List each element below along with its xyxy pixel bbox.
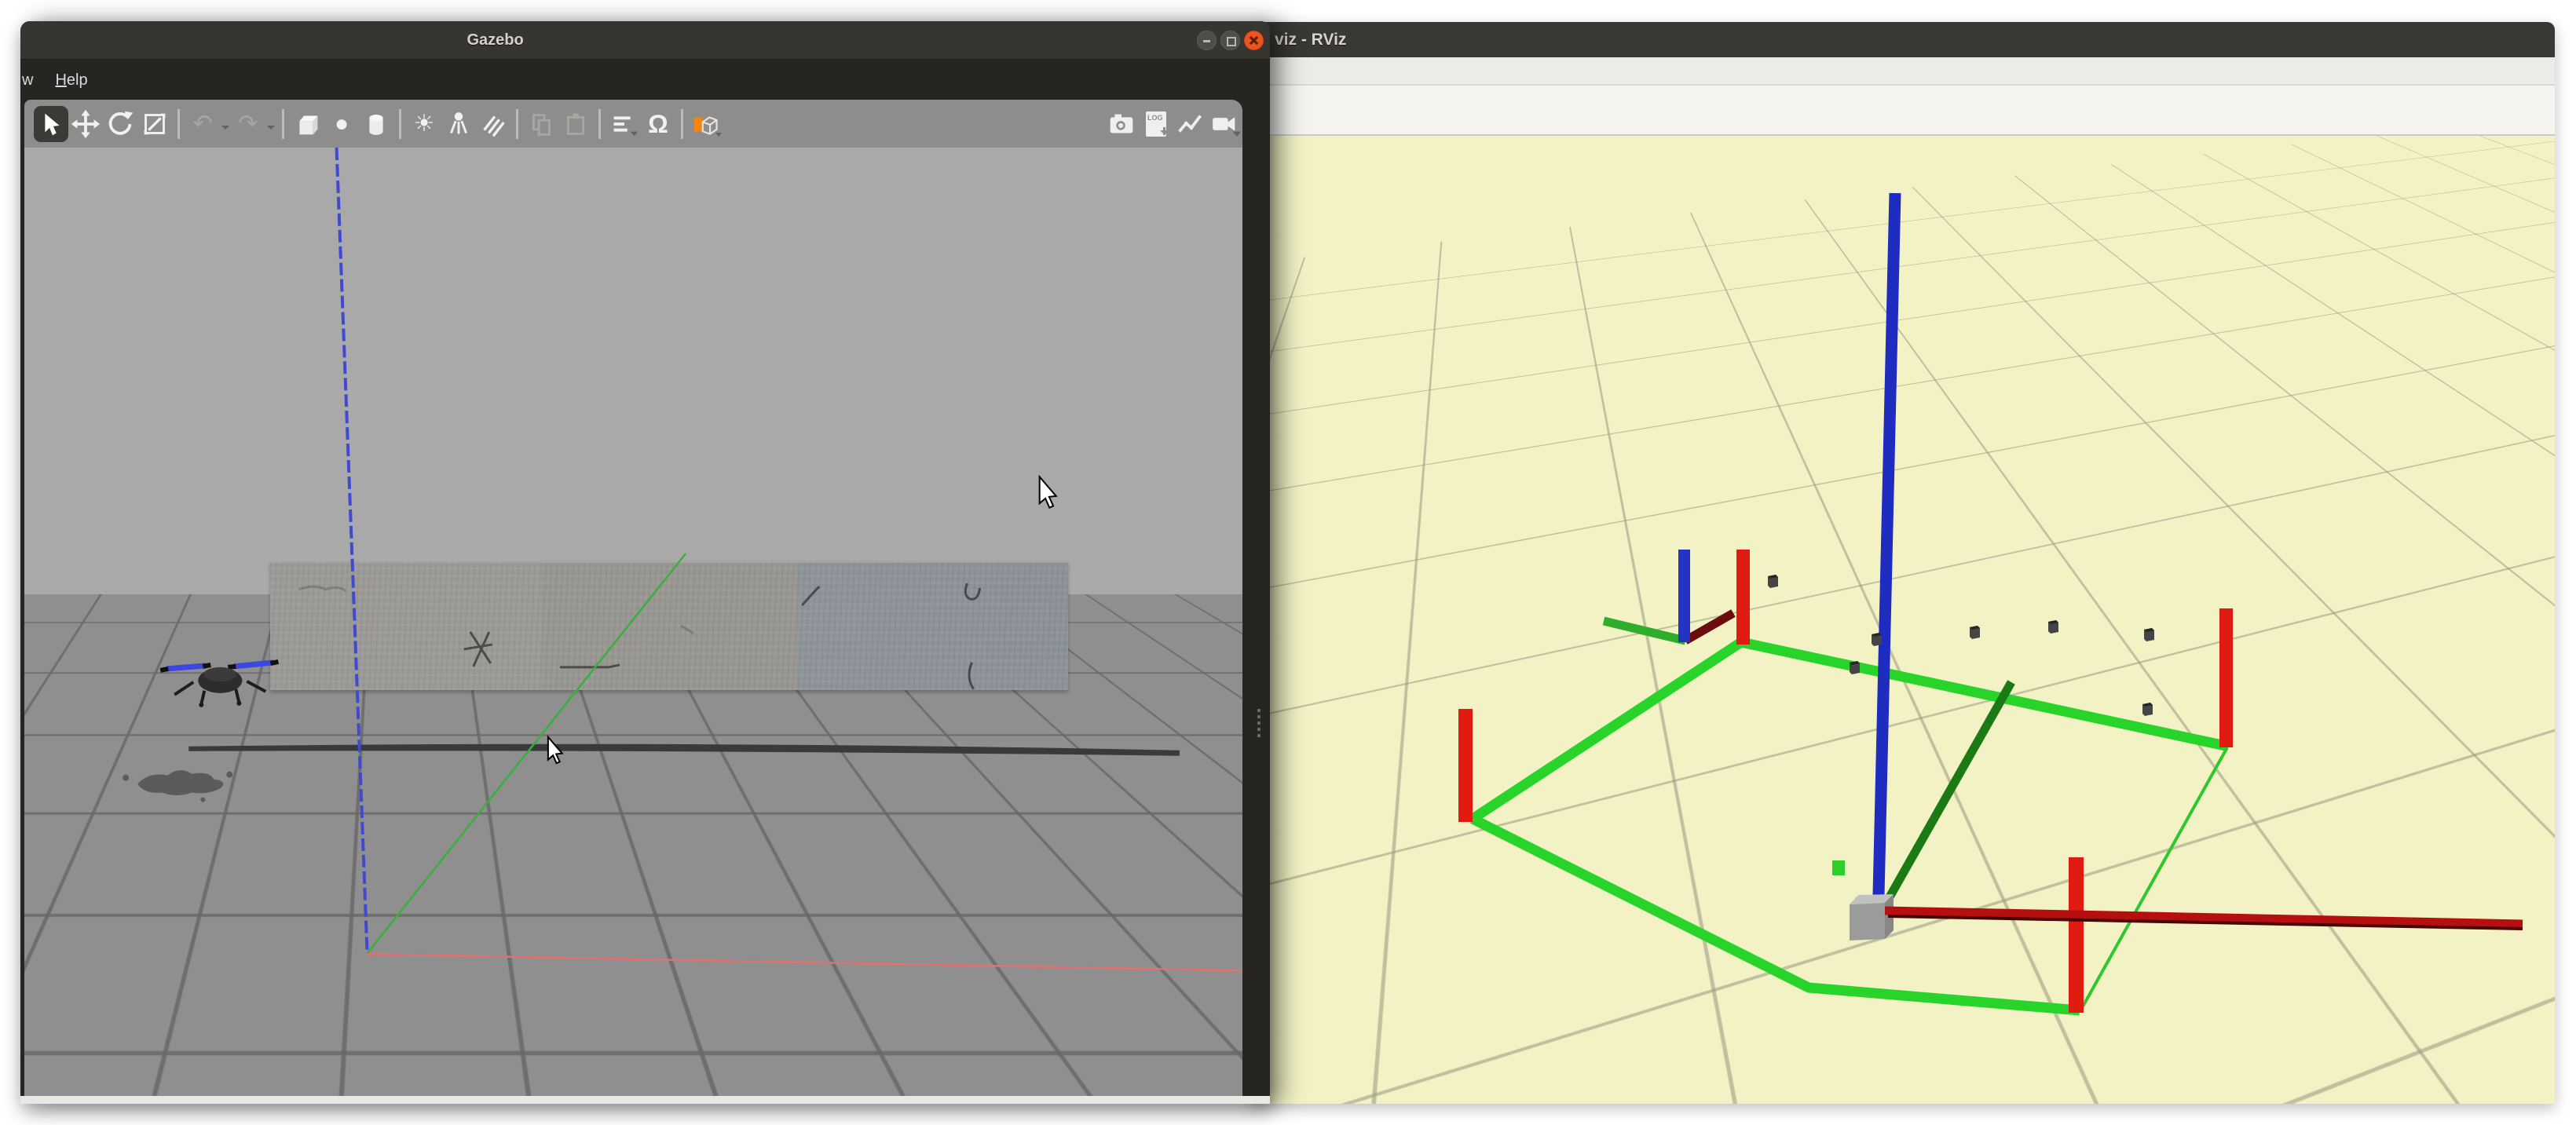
mouse-cursor-upper [1040, 477, 1056, 507]
gazebo-window-title: Gazebo [20, 21, 970, 59]
point-light-button[interactable]: ☀ [407, 106, 441, 142]
rviz-menubar-area[interactable] [1251, 57, 2555, 86]
align-icon [606, 106, 641, 142]
plot-button[interactable] [1173, 106, 1208, 142]
world-axes [337, 148, 1242, 970]
gazebo-scene-overlay [24, 148, 1242, 1096]
scale-tool-button[interactable] [137, 106, 172, 142]
log-record-button[interactable]: LOG [1139, 106, 1173, 142]
camera-icon [1104, 106, 1139, 142]
minimize-button[interactable] [1197, 31, 1217, 50]
rotate-tool-button[interactable] [103, 106, 137, 142]
plot-zigzag-icon [1173, 106, 1208, 142]
align-button[interactable] [606, 106, 641, 142]
toolbar-separator [399, 109, 401, 139]
gray-cube-robot [1850, 894, 1894, 941]
view-angle-button[interactable] [689, 106, 723, 142]
view-angle-cube-icon [689, 106, 723, 142]
insert-cylinder-button[interactable] [359, 106, 393, 142]
toolbar-separator [282, 109, 284, 139]
gazebo-bottom-bar [20, 1096, 1270, 1104]
cylinder-icon [359, 106, 393, 142]
redo-icon: ↷ [238, 112, 258, 136]
toolbar-separator [177, 109, 180, 139]
cursor-arrow-icon [34, 106, 68, 142]
paste-icon [558, 106, 593, 142]
small-obstacle-cubes [1768, 575, 2154, 716]
redo-button[interactable]: ↷ [231, 106, 265, 142]
toolbar-separator [681, 109, 683, 139]
tf-axes-marker [1604, 550, 1733, 642]
menu-item-window-partial[interactable]: w [22, 71, 33, 89]
sphere-icon: ● [335, 112, 349, 136]
close-button[interactable] [1244, 31, 1264, 50]
rviz-scene-overlay [1251, 136, 2555, 1104]
crashed-drone-debris [123, 770, 232, 802]
undo-history-dropdown[interactable] [221, 126, 229, 133]
gazebo-menubar: w Help [20, 60, 1270, 100]
y-axis-green [368, 553, 686, 953]
log-label: LOG [1147, 114, 1163, 122]
rviz-window: viz - RViz [1251, 22, 2555, 1104]
box-icon [290, 106, 324, 142]
spot-light-button[interactable] [441, 106, 476, 142]
paste-button[interactable] [558, 106, 593, 142]
rviz-3d-viewport[interactable] [1251, 136, 2555, 1104]
directional-light-button[interactable] [476, 106, 510, 142]
rotate-icon [103, 106, 137, 142]
insert-sphere-button[interactable]: ● [324, 106, 359, 142]
toolbar-separator [598, 109, 601, 139]
green-boundary-polygon [1473, 642, 2227, 1010]
ground-shadow-bar [188, 744, 1180, 756]
undo-icon: ↶ [192, 112, 212, 136]
log-file-icon: LOG [1146, 111, 1166, 137]
green-waypoint-dot [1832, 860, 1845, 875]
z-axis-blue [337, 148, 368, 953]
copy-icon [524, 106, 558, 142]
gazebo-titlebar[interactable]: Gazebo [20, 21, 1270, 60]
magnet-icon: Ω [648, 111, 668, 137]
tall-blue-pole [1879, 193, 1895, 895]
insert-box-button[interactable] [290, 106, 324, 142]
screenshot-button[interactable] [1104, 106, 1139, 142]
x-axis-red [368, 954, 1242, 970]
desktop: viz - RViz [0, 0, 2576, 1125]
scale-icon [137, 106, 172, 142]
undo-button[interactable]: ↶ [185, 106, 220, 142]
bottom-edge-red-pillar [2069, 857, 2084, 1013]
video-record-button[interactable] [1208, 106, 1242, 142]
move-icon [68, 106, 103, 142]
right-panel-splitter[interactable] [1256, 709, 1262, 737]
window-buttons [1197, 31, 1264, 50]
mouse-cursor-lower [548, 737, 562, 763]
translate-tool-button[interactable] [68, 106, 103, 142]
corner-red-pillars [1458, 550, 2233, 822]
gazebo-window: Gazebo w Help [20, 21, 1270, 1104]
wall-texture-marks [298, 583, 979, 689]
rviz-toolbar-area[interactable] [1251, 86, 2555, 136]
snap-button[interactable]: Ω [641, 106, 675, 142]
redo-history-dropdown[interactable] [267, 126, 275, 133]
copy-button[interactable] [524, 106, 558, 142]
point-light-icon: ☀ [414, 112, 435, 136]
spot-light-icon [441, 106, 476, 142]
video-camera-icon [1208, 106, 1242, 142]
dark-green-y-bar [1884, 682, 2011, 907]
quadcopter-drone [160, 662, 278, 707]
directional-light-icon [476, 106, 510, 142]
gazebo-3d-viewport[interactable] [24, 148, 1242, 1096]
rviz-titlebar[interactable]: viz - RViz [1251, 22, 2555, 57]
dark-red-x-bar [1885, 911, 2523, 929]
menu-item-help[interactable]: Help [55, 71, 87, 89]
toolbar-separator [516, 109, 518, 139]
maximize-button[interactable] [1220, 31, 1240, 50]
select-tool-button[interactable] [34, 106, 68, 142]
gazebo-toolbar: ↶ ↷ ● [24, 100, 1242, 148]
